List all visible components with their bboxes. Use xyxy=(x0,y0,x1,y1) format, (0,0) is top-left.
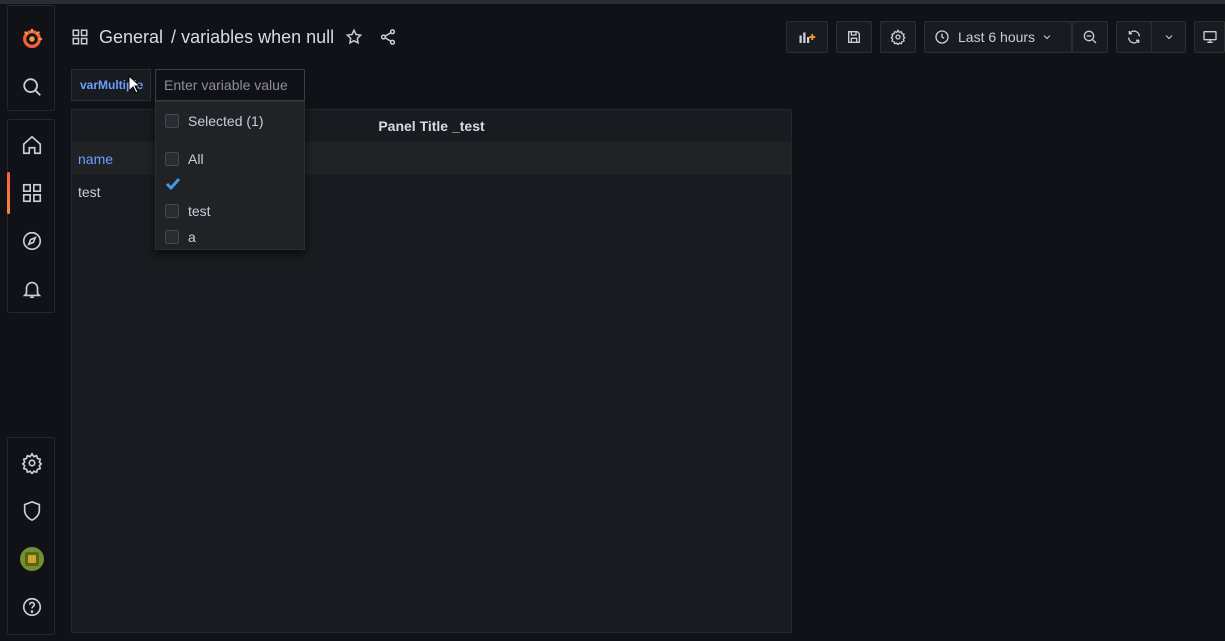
sidebar-item-home[interactable] xyxy=(8,122,56,168)
option-label: a xyxy=(188,229,196,245)
dashboard-grid-icon xyxy=(70,27,90,47)
sidebar-item-explore[interactable] xyxy=(8,218,56,264)
window-top-border xyxy=(0,0,1225,4)
option-a[interactable]: a xyxy=(156,225,304,249)
checkbox-checked[interactable] xyxy=(165,178,181,192)
help-icon xyxy=(22,597,42,617)
variable-options-dropdown: Selected (1) All test a xyxy=(155,101,305,250)
avatar xyxy=(20,547,44,571)
chevron-down-icon xyxy=(1165,35,1172,40)
refresh-button[interactable] xyxy=(1116,21,1152,53)
sidebar-item-server-admin[interactable] xyxy=(8,488,56,534)
table-cell: test xyxy=(78,184,101,200)
mouse-cursor-icon xyxy=(128,75,142,94)
option-all[interactable]: All xyxy=(156,147,304,171)
option-selected-toggle[interactable]: Selected (1) xyxy=(156,109,304,133)
monitor-icon xyxy=(1203,31,1217,43)
option-label: Selected (1) xyxy=(188,113,264,129)
add-panel-button[interactable] xyxy=(786,21,828,53)
save-dashboard-button[interactable] xyxy=(836,21,872,53)
dashboard-header: General / variables when null xyxy=(70,22,398,52)
chevron-down-icon xyxy=(1043,35,1051,40)
option-label: test xyxy=(188,203,211,219)
sidebar-item-alerting[interactable] xyxy=(8,266,56,312)
dashboard-settings-button[interactable] xyxy=(880,21,916,53)
sidebar-bottom-group xyxy=(7,437,55,635)
alerting-icon xyxy=(22,281,42,299)
sidebar-top-group xyxy=(7,5,55,111)
home-icon xyxy=(22,135,42,155)
refresh-interval-button[interactable] xyxy=(1151,21,1186,53)
variable-value-input[interactable] xyxy=(155,69,305,101)
search-icon[interactable] xyxy=(8,64,56,110)
explore-icon xyxy=(22,231,42,251)
sidebar-item-profile[interactable] xyxy=(8,536,56,582)
sidebar-item-dashboards[interactable] xyxy=(7,170,56,216)
column-header-name[interactable]: name xyxy=(72,151,113,167)
save-icon xyxy=(848,31,860,43)
option-label: All xyxy=(188,151,204,167)
sidebar-item-help[interactable] xyxy=(8,584,56,630)
breadcrumb-folder[interactable]: General xyxy=(99,27,163,48)
check-icon xyxy=(165,178,181,191)
tv-mode-button[interactable] xyxy=(1194,21,1225,53)
add-panel-icon xyxy=(799,32,816,43)
option-test[interactable]: test xyxy=(156,199,304,223)
shield-icon xyxy=(23,500,41,522)
sidebar xyxy=(7,5,55,641)
sidebar-item-configuration[interactable] xyxy=(8,440,56,486)
checkbox[interactable] xyxy=(165,114,179,128)
clock-icon xyxy=(935,30,949,44)
share-icon[interactable] xyxy=(378,27,398,47)
time-range-label: Last 6 hours xyxy=(958,29,1036,45)
gear-icon xyxy=(21,452,43,474)
dashboards-icon xyxy=(22,183,42,203)
dashboard-title[interactable]: variables when null xyxy=(181,27,334,48)
grafana-logo-icon[interactable] xyxy=(8,16,56,62)
settings-icon xyxy=(890,29,906,45)
breadcrumb-separator: / xyxy=(171,26,177,47)
star-icon[interactable] xyxy=(344,27,364,47)
refresh-icon xyxy=(1128,30,1140,44)
time-picker-button[interactable]: Last 6 hours xyxy=(924,21,1072,53)
zoom-out-button[interactable] xyxy=(1072,21,1108,53)
sidebar-nav-group xyxy=(7,119,55,313)
checkbox[interactable] xyxy=(165,152,179,166)
zoom-out-icon xyxy=(1083,30,1097,44)
checkbox[interactable] xyxy=(165,230,179,244)
checkbox[interactable] xyxy=(165,204,179,218)
option-empty[interactable] xyxy=(156,173,304,197)
